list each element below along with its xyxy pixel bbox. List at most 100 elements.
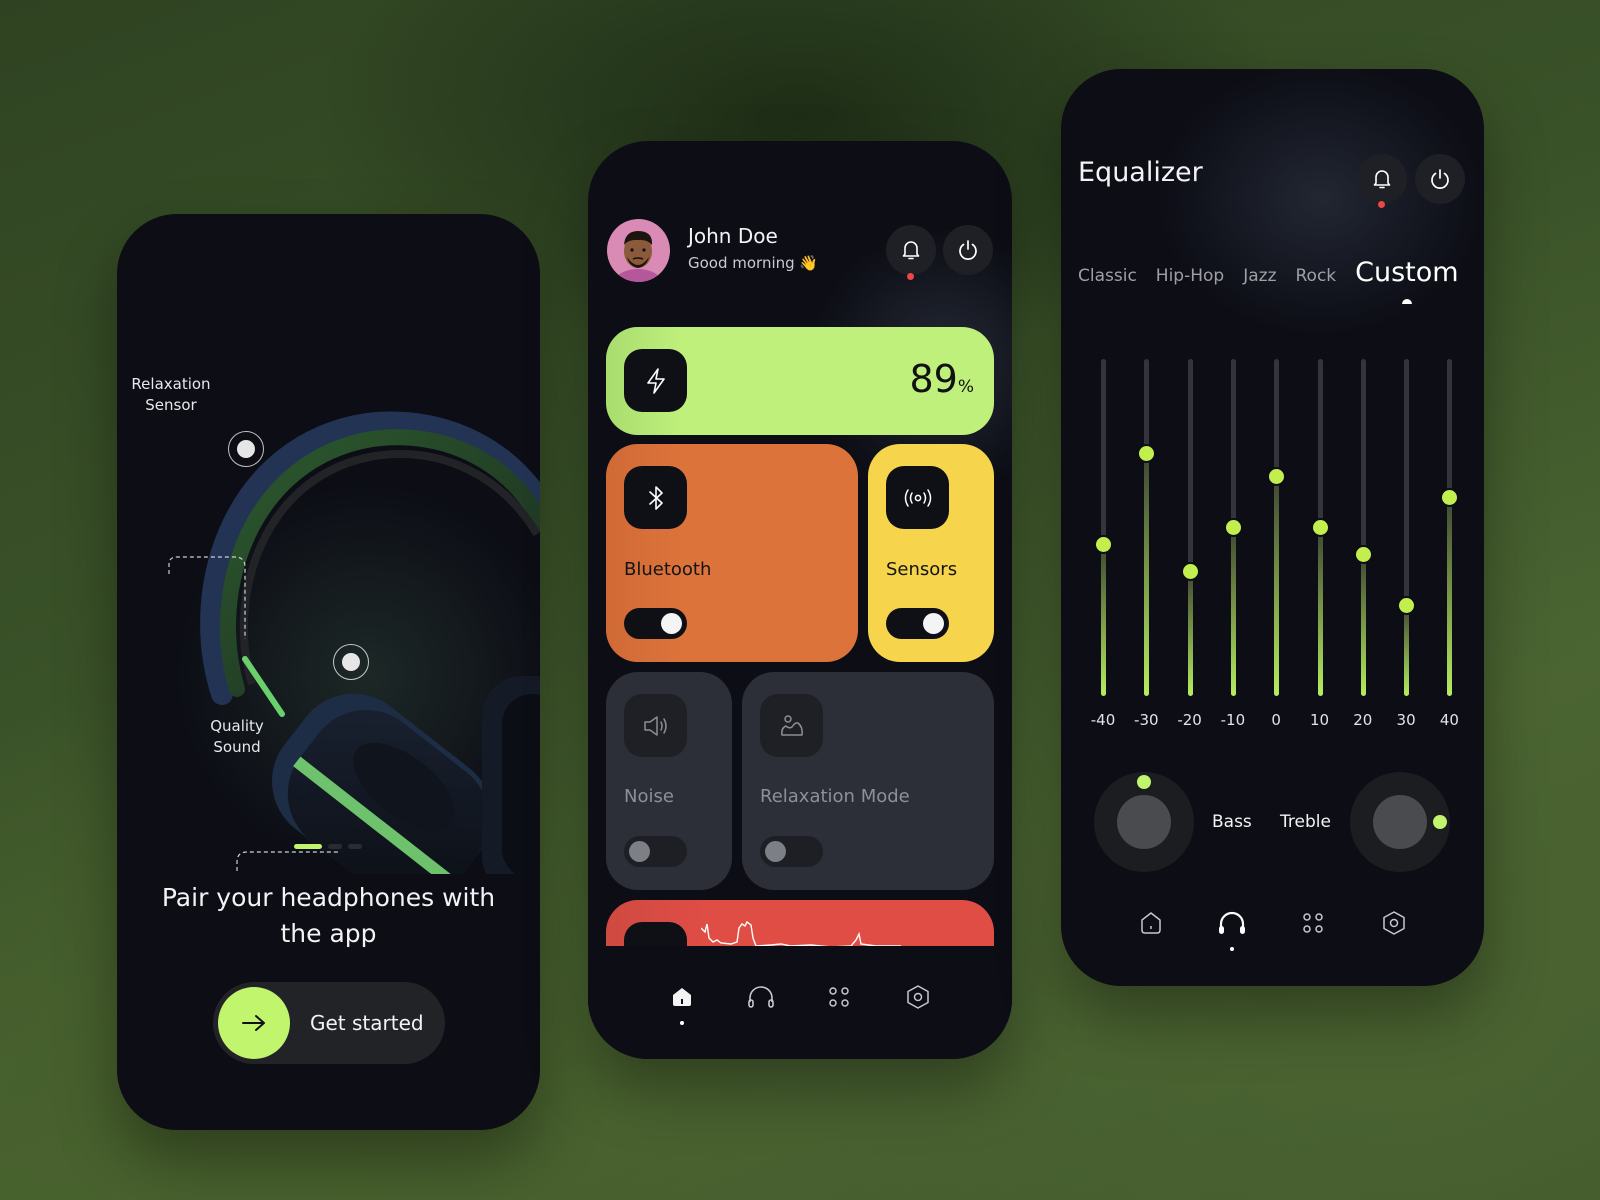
eq-slider-track[interactable] — [1101, 359, 1106, 696]
page-dot-active[interactable] — [294, 844, 322, 849]
eq-slider-track[interactable] — [1360, 359, 1366, 696]
hex-settings-icon — [907, 985, 929, 1009]
speaker-icon — [624, 694, 687, 757]
page-title: Equalizer — [1078, 157, 1203, 188]
eq-band: -30 — [1126, 359, 1166, 759]
bluetooth-toggle[interactable] — [624, 608, 687, 639]
eq-band: 40 — [1429, 359, 1469, 759]
eq-slider-fill — [1144, 453, 1150, 696]
home-icon — [673, 988, 692, 1006]
eq-band: -40 — [1083, 359, 1123, 759]
battery-level: 89% — [909, 357, 974, 401]
tab-classic[interactable]: Classic — [1078, 266, 1137, 286]
eq-slider-knob[interactable] — [1355, 546, 1371, 562]
noise-tile[interactable]: Noise — [606, 672, 732, 890]
relaxation-mode-tile[interactable]: Relaxation Mode — [742, 672, 994, 890]
tab-jazz[interactable]: Jazz — [1243, 266, 1276, 286]
eq-band: 30 — [1386, 359, 1426, 759]
bottom-nav — [1061, 903, 1484, 951]
memoji-avatar-icon — [614, 231, 662, 282]
landscape-icon — [760, 694, 823, 757]
annotation-relaxation-sensor: Relaxation Sensor — [125, 374, 217, 416]
equalizer-screen: Equalizer Classic Hip-Hop Jazz Rock Cust… — [1061, 69, 1484, 986]
background-haze — [1141, 69, 1484, 349]
eq-slider-knob[interactable] — [1442, 489, 1458, 505]
tab-rock[interactable]: Rock — [1296, 266, 1337, 286]
hex-settings-icon — [1382, 911, 1405, 935]
nav-headphones[interactable] — [1212, 903, 1252, 951]
toggle-knob — [765, 841, 786, 862]
power-button[interactable] — [1415, 154, 1465, 204]
headphones-icon — [1219, 911, 1246, 934]
eq-slider-track[interactable] — [1187, 359, 1193, 696]
broadcast-icon — [886, 466, 949, 529]
eq-slider-fill — [1101, 544, 1106, 696]
tab-hip-hop[interactable]: Hip-Hop — [1156, 266, 1224, 286]
battery-value: 89 — [909, 357, 958, 401]
user-name: John Doe — [688, 224, 778, 248]
bluetooth-label: Bluetooth — [624, 559, 712, 580]
arrow-right-icon — [218, 987, 290, 1059]
notification-badge — [907, 273, 914, 280]
active-indicator — [1230, 947, 1235, 951]
eq-slider-fill — [1317, 527, 1323, 696]
eq-slider-knob[interactable] — [1096, 536, 1111, 552]
nav-home[interactable] — [662, 977, 702, 1025]
noise-toggle[interactable] — [624, 836, 687, 867]
get-started-button[interactable]: Get started — [213, 982, 445, 1064]
annotation-quality-sound: Quality Sound — [192, 716, 282, 758]
eq-slider-knob[interactable] — [1399, 597, 1415, 613]
hotspot-quality-sound[interactable] — [333, 644, 369, 680]
relaxation-mode-toggle[interactable] — [760, 836, 823, 867]
eq-slider-fill — [1230, 527, 1236, 696]
power-icon — [1431, 169, 1449, 189]
hotspot-icon — [237, 440, 255, 458]
page-dot[interactable] — [348, 844, 362, 849]
slider-arm — [242, 656, 285, 717]
page-dot[interactable] — [328, 844, 342, 849]
bottom-nav — [588, 977, 1012, 1025]
notifications-button[interactable] — [1357, 154, 1407, 204]
sensors-toggle[interactable] — [886, 608, 949, 639]
eq-band-label: 40 — [1439, 711, 1459, 729]
power-button[interactable] — [943, 225, 993, 275]
bass-dial[interactable] — [1094, 772, 1194, 872]
nav-headphones[interactable] — [741, 977, 781, 1017]
eq-slider-knob[interactable] — [1312, 520, 1328, 535]
tab-custom[interactable]: Custom — [1355, 257, 1459, 304]
eq-slider-track[interactable] — [1447, 359, 1453, 696]
nav-home[interactable] — [1131, 903, 1171, 943]
eq-slider-knob[interactable] — [1225, 520, 1241, 535]
eq-slider-knob[interactable] — [1182, 563, 1198, 579]
eq-slider-fill — [1447, 497, 1453, 696]
relaxation-mode-label: Relaxation Mode — [760, 786, 910, 807]
sensors-tile[interactable]: Sensors — [868, 444, 994, 662]
hotspot-relaxation-sensor[interactable] — [228, 431, 264, 467]
bell-icon — [902, 241, 920, 260]
eq-slider-knob[interactable] — [1269, 469, 1285, 485]
bluetooth-tile[interactable]: Bluetooth — [606, 444, 858, 662]
page-indicator — [294, 844, 362, 849]
eq-slider-track[interactable] — [1144, 359, 1150, 696]
eq-slider-track[interactable] — [1274, 359, 1280, 696]
notification-badge — [1378, 201, 1385, 208]
eq-band: 20 — [1343, 359, 1383, 759]
annotation-line-quality — [236, 851, 339, 874]
nav-apps[interactable] — [1293, 903, 1333, 943]
nav-apps[interactable] — [819, 977, 859, 1017]
nav-settings[interactable] — [898, 977, 938, 1017]
bluetooth-icon — [624, 466, 687, 529]
eq-band: -20 — [1170, 359, 1210, 759]
dial-indicator — [1137, 775, 1151, 789]
treble-label: Treble — [1280, 812, 1331, 832]
treble-dial[interactable] — [1350, 772, 1450, 872]
eq-slider-track[interactable] — [1404, 359, 1410, 696]
annotation-label: Sensor — [145, 396, 197, 414]
notifications-button[interactable] — [886, 225, 936, 275]
eq-band: -10 — [1213, 359, 1253, 759]
nav-settings[interactable] — [1374, 903, 1414, 943]
battery-tile[interactable]: 89% — [606, 327, 994, 435]
eq-slider-knob[interactable] — [1139, 445, 1155, 461]
avatar[interactable] — [607, 219, 670, 282]
hotspot-icon — [342, 653, 360, 671]
